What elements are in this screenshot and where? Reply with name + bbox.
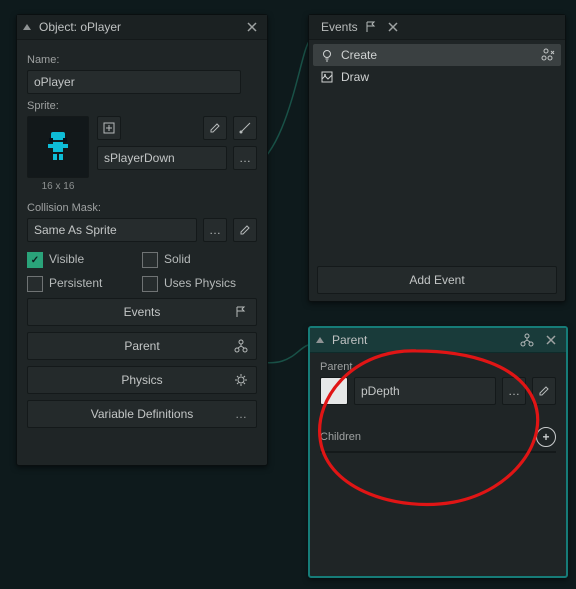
- physics-checkbox[interactable]: Uses Physics: [142, 276, 257, 292]
- sprite-preview-icon: [45, 132, 71, 162]
- sprite-thumbnail[interactable]: [27, 116, 89, 178]
- vardefs-button-label: Variable Definitions: [91, 407, 194, 421]
- object-title: Object: oPlayer: [39, 20, 237, 34]
- flag-icon: [364, 20, 378, 34]
- parent-label: Parent: [320, 361, 556, 373]
- new-sprite-icon[interactable]: [97, 116, 121, 140]
- physics-label: Uses Physics: [164, 276, 236, 290]
- name-input[interactable]: oPlayer: [27, 70, 241, 94]
- object-titlebar: Object: oPlayer: [17, 15, 267, 40]
- events-button-label: Events: [124, 305, 161, 319]
- close-icon[interactable]: [243, 18, 261, 36]
- event-label: Draw: [341, 70, 369, 84]
- visible-checkbox[interactable]: Visible: [27, 252, 142, 268]
- parent-button[interactable]: Parent: [27, 332, 257, 360]
- children-label: Children: [320, 431, 536, 443]
- events-list: Create Draw: [309, 40, 565, 92]
- event-remove-icon[interactable]: [541, 48, 555, 62]
- persistent-checkbox[interactable]: Persistent: [27, 276, 142, 292]
- paint-sprite-icon[interactable]: [233, 116, 257, 140]
- collision-mask-input[interactable]: Same As Sprite: [27, 218, 197, 242]
- events-button[interactable]: Events: [27, 298, 257, 326]
- edit-sprite-icon[interactable]: [203, 116, 227, 140]
- persistent-label: Persistent: [49, 276, 102, 290]
- collision-edit-icon[interactable]: [233, 218, 257, 242]
- hierarchy-icon: [230, 336, 252, 356]
- collapse-icon[interactable]: [23, 24, 31, 30]
- collision-label: Collision Mask:: [27, 202, 257, 214]
- close-icon[interactable]: [542, 331, 560, 349]
- name-label: Name:: [27, 54, 257, 66]
- sprite-label: Sprite:: [27, 100, 257, 112]
- sprite-name-input[interactable]: sPlayerDown: [97, 146, 227, 170]
- parent-button-label: Parent: [124, 339, 159, 353]
- flag-icon: [230, 302, 252, 322]
- event-label: Create: [341, 48, 377, 62]
- events-title: Events: [321, 20, 358, 34]
- parent-object-thumb[interactable]: [320, 377, 348, 405]
- ellipsis-icon: …: [230, 404, 252, 424]
- parent-titlebar: Parent: [310, 328, 566, 353]
- solid-label: Solid: [164, 252, 191, 266]
- parent-browse-button[interactable]: …: [502, 377, 526, 405]
- parent-title: Parent: [332, 333, 512, 347]
- physics-button[interactable]: Physics: [27, 366, 257, 394]
- sprite-size: 16 x 16: [27, 181, 89, 192]
- object-panel: Object: oPlayer Name: oPlayer Sprite:: [16, 14, 268, 466]
- collision-browse-button[interactable]: …: [203, 218, 227, 242]
- divider: [320, 451, 556, 453]
- parent-object-input[interactable]: pDepth: [354, 377, 496, 405]
- event-item-draw[interactable]: Draw: [313, 66, 561, 88]
- close-icon[interactable]: [384, 18, 402, 36]
- sprite-browse-button[interactable]: …: [233, 146, 257, 170]
- physics-button-label: Physics: [121, 373, 162, 387]
- parent-panel: Parent Parent pDepth … Children +: [308, 326, 568, 578]
- parent-edit-icon[interactable]: [532, 377, 556, 405]
- gear-icon: [230, 370, 252, 390]
- add-event-label: Add Event: [409, 273, 464, 287]
- events-panel: Events Create Draw Add Event: [308, 14, 566, 302]
- add-event-button[interactable]: Add Event: [317, 266, 557, 294]
- solid-checkbox[interactable]: Solid: [142, 252, 257, 268]
- lightbulb-icon: [319, 47, 335, 63]
- add-child-button[interactable]: +: [536, 427, 556, 447]
- event-item-create[interactable]: Create: [313, 44, 561, 66]
- hierarchy-icon: [518, 331, 536, 349]
- collapse-icon[interactable]: [316, 337, 324, 343]
- visible-label: Visible: [49, 252, 84, 266]
- events-titlebar: Events: [309, 15, 565, 40]
- variable-definitions-button[interactable]: Variable Definitions …: [27, 400, 257, 428]
- draw-icon: [319, 69, 335, 85]
